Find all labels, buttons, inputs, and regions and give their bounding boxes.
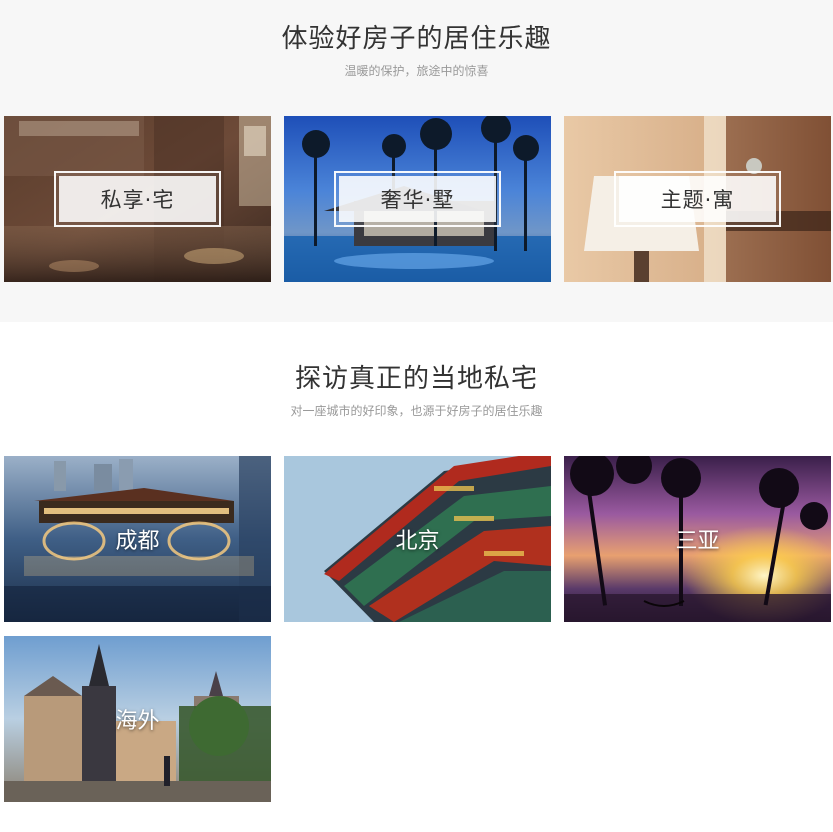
sanya-label: 三亚 (675, 529, 720, 554)
theme-apartment-label: 主题·寓 (619, 176, 776, 222)
cities-title: 探访真正的当地私宅 (294, 364, 538, 394)
private-home-badge: 私享·宅 (54, 171, 221, 227)
theme-apartment-badge: 主题·寓 (614, 171, 781, 227)
card-theme-apartment[interactable]: 主题·寓 (564, 116, 831, 282)
featured-title: 体验好房子的居住乐趣 (281, 24, 552, 54)
private-home-label: 私享·宅 (59, 176, 216, 222)
chengdu-label: 成都 (115, 529, 160, 554)
featured-section: 体验好房子的居住乐趣 温暖的保护，旅途中的惊喜 私享·宅 奢华·墅 主题·寓 (0, 0, 833, 322)
city-card-overseas[interactable]: 海外 (4, 636, 271, 802)
luxury-villa-label: 奢华·墅 (339, 176, 496, 222)
luxury-villa-badge: 奢华·墅 (334, 171, 501, 227)
cities-subtitle: 对一座城市的好印象，也源于好房子的居住乐趣 (290, 404, 543, 418)
city-card-beijing[interactable]: 北京 (284, 456, 551, 622)
city-card-chengdu[interactable]: 成都 (4, 456, 271, 622)
overseas-label: 海外 (115, 709, 160, 734)
card-luxury-villa[interactable]: 奢华·墅 (284, 116, 551, 282)
cities-section: 探访真正的当地私宅 对一座城市的好印象，也源于好房子的居住乐趣 成都 北京 三亚… (0, 322, 833, 832)
card-private-home[interactable]: 私享·宅 (4, 116, 271, 282)
city-card-sanya[interactable]: 三亚 (564, 456, 831, 622)
featured-subtitle: 温暖的保护，旅途中的惊喜 (344, 64, 489, 78)
beijing-label: 北京 (395, 529, 440, 554)
